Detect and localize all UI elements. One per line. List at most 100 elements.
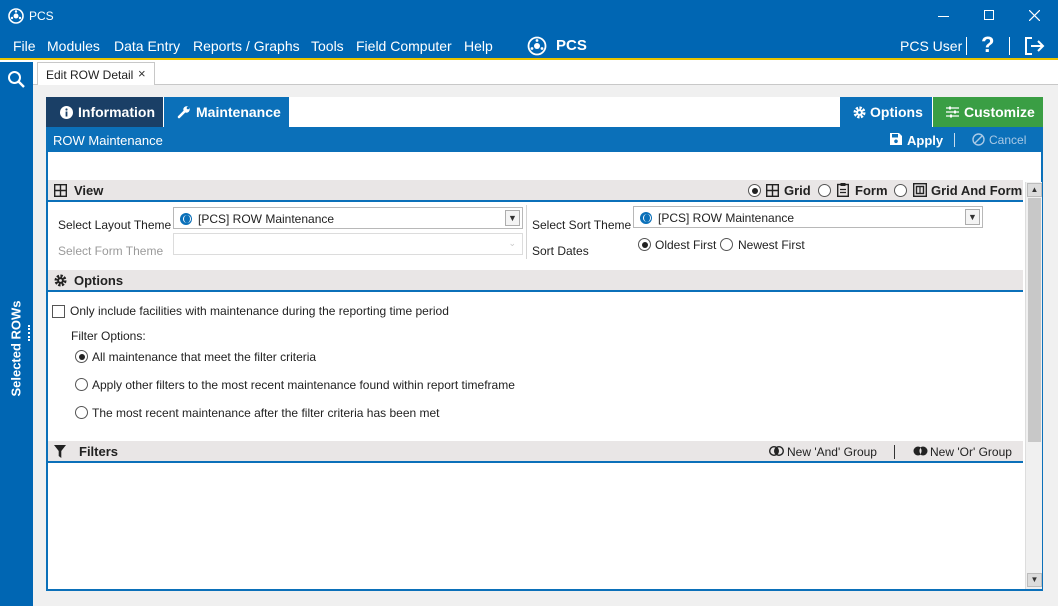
filters-section-header: Filters New 'And' Group New 'Or' Group bbox=[48, 441, 1023, 463]
sort-theme-select[interactable]: [PCS] ROW Maintenance ▼ bbox=[633, 206, 983, 228]
close-icon bbox=[1029, 10, 1040, 21]
view-mode-form-radio[interactable] bbox=[818, 184, 831, 197]
pcs-center-logo-icon bbox=[527, 36, 547, 56]
subheader-title: ROW Maintenance bbox=[53, 133, 163, 148]
close-tab-icon[interactable]: × bbox=[138, 66, 146, 81]
gear-icon bbox=[54, 274, 67, 287]
menu-file[interactable]: File bbox=[13, 38, 36, 54]
gear-icon bbox=[853, 106, 866, 118]
filters-section-title: Filters bbox=[79, 444, 119, 459]
only-include-label[interactable]: Only include facilities with maintenance… bbox=[70, 304, 449, 318]
options-button[interactable]: Options bbox=[840, 97, 932, 127]
window-title: PCS bbox=[29, 9, 54, 23]
options-section-title: Options bbox=[74, 273, 124, 288]
view-section-title: View bbox=[74, 183, 104, 198]
tab-edit-row-detail[interactable]: Edit ROW Detail × bbox=[37, 62, 155, 86]
table-icon bbox=[54, 184, 67, 197]
filter-choice-most-recent-label[interactable]: The most recent maintenance after the fi… bbox=[92, 406, 440, 420]
form-theme-label: Select Form Theme bbox=[58, 244, 164, 258]
selected-rows-toggle[interactable]: Selected ROWs bbox=[8, 298, 25, 398]
customize-button-label: Customize bbox=[964, 104, 1035, 120]
filter-choice-most-recent-radio[interactable] bbox=[75, 406, 88, 419]
sort-newest-first-label[interactable]: Newest First bbox=[738, 238, 805, 252]
globe-icon bbox=[640, 211, 652, 225]
new-or-group-button[interactable]: New 'Or' Group bbox=[912, 441, 1017, 463]
apply-button[interactable]: Apply bbox=[889, 127, 944, 152]
filter-choice-all-radio[interactable] bbox=[75, 350, 88, 363]
menu-help[interactable]: Help bbox=[464, 38, 493, 54]
save-icon bbox=[890, 133, 902, 145]
view-divider bbox=[526, 205, 527, 259]
grid-icon bbox=[766, 184, 779, 197]
maximize-icon bbox=[984, 10, 994, 20]
chevron-down-icon[interactable]: ▼ bbox=[505, 210, 520, 226]
menu-reports-graphs[interactable]: Reports / Graphs bbox=[193, 38, 300, 54]
view-section-header: View Grid Form Grid And Form bbox=[48, 180, 1023, 202]
view-mode-form-label[interactable]: Form bbox=[855, 183, 888, 198]
document-tab-strip bbox=[33, 62, 1058, 85]
new-and-group-button[interactable]: New 'And' Group bbox=[768, 441, 880, 463]
help-icon[interactable]: ? bbox=[981, 32, 994, 58]
splitter-grip-icon[interactable] bbox=[28, 325, 30, 341]
center-app-title: PCS bbox=[556, 37, 587, 54]
minimize-button[interactable] bbox=[929, 0, 959, 32]
scroll-down-icon[interactable]: ▼ bbox=[1027, 573, 1042, 587]
wrench-icon bbox=[177, 106, 190, 119]
chevron-down-icon[interactable]: ▼ bbox=[965, 209, 980, 225]
tab-information-label: Information bbox=[78, 104, 155, 120]
minimize-icon bbox=[938, 16, 949, 17]
filter-options-label: Filter Options: bbox=[71, 329, 146, 343]
form-theme-select[interactable]: ⌄ bbox=[173, 233, 523, 255]
left-sidebar: Selected ROWs bbox=[0, 62, 33, 606]
view-mode-grid-label[interactable]: Grid bbox=[784, 183, 811, 198]
and-group-icon bbox=[769, 446, 784, 456]
main-panel bbox=[46, 97, 1043, 591]
options-button-label: Options bbox=[870, 104, 923, 120]
subheader-bar: ROW Maintenance Apply Cancel bbox=[46, 127, 1043, 152]
scroll-thumb[interactable] bbox=[1028, 198, 1041, 442]
cancel-button[interactable]: Cancel bbox=[971, 127, 1031, 152]
vertical-scrollbar[interactable]: ▲ ▼ bbox=[1025, 182, 1042, 589]
filter-choice-all-label[interactable]: All maintenance that meet the filter cri… bbox=[92, 350, 316, 364]
layout-theme-label: Select Layout Theme bbox=[58, 218, 172, 232]
info-icon bbox=[60, 105, 73, 119]
customize-button[interactable]: Customize bbox=[933, 97, 1043, 127]
pcs-logo-icon bbox=[8, 8, 24, 24]
tab-information[interactable]: Information bbox=[46, 97, 163, 127]
filter-choice-apply-other-radio[interactable] bbox=[75, 378, 88, 391]
grid-and-form-icon bbox=[913, 183, 927, 197]
layout-theme-select[interactable]: [PCS] ROW Maintenance ▼ bbox=[173, 207, 523, 229]
menu-tools[interactable]: Tools bbox=[311, 38, 344, 54]
view-mode-grid-and-form-label[interactable]: Grid And Form bbox=[931, 183, 1022, 198]
logout-icon[interactable] bbox=[1023, 35, 1045, 57]
sliders-icon bbox=[946, 106, 959, 118]
chevron-down-icon: ⌄ bbox=[508, 238, 516, 248]
sort-dates-label: Sort Dates bbox=[532, 244, 589, 258]
only-include-checkbox[interactable] bbox=[52, 305, 65, 318]
sort-oldest-first-radio[interactable] bbox=[638, 238, 651, 251]
sort-theme-label: Select Sort Theme bbox=[532, 218, 632, 232]
new-or-group-label: New 'Or' Group bbox=[930, 445, 1012, 459]
menu-data-entry[interactable]: Data Entry bbox=[114, 38, 180, 54]
cancel-icon bbox=[972, 133, 985, 146]
view-mode-grid-and-form-radio[interactable] bbox=[894, 184, 907, 197]
sort-oldest-first-label[interactable]: Oldest First bbox=[655, 238, 716, 252]
new-and-group-label: New 'And' Group bbox=[787, 445, 877, 459]
tab-maintenance-label: Maintenance bbox=[196, 104, 281, 120]
maximize-button[interactable] bbox=[974, 0, 1004, 32]
sort-theme-value: [PCS] ROW Maintenance bbox=[658, 211, 795, 225]
menu-modules[interactable]: Modules bbox=[47, 38, 100, 54]
close-window-button[interactable] bbox=[1019, 0, 1049, 32]
sort-newest-first-radio[interactable] bbox=[720, 238, 733, 251]
options-section-header: Options bbox=[48, 270, 1023, 292]
user-name[interactable]: PCS User bbox=[900, 38, 962, 54]
scroll-up-icon[interactable]: ▲ bbox=[1027, 183, 1042, 197]
or-group-icon bbox=[913, 446, 928, 456]
filter-choice-apply-other-label[interactable]: Apply other filters to the most recent m… bbox=[92, 378, 515, 392]
menu-field-computer[interactable]: Field Computer bbox=[356, 38, 452, 54]
apply-label: Apply bbox=[907, 133, 944, 148]
view-mode-grid-radio[interactable] bbox=[748, 184, 761, 197]
tab-maintenance[interactable]: Maintenance bbox=[164, 97, 289, 127]
search-icon[interactable] bbox=[7, 70, 26, 89]
cancel-label: Cancel bbox=[989, 133, 1027, 147]
